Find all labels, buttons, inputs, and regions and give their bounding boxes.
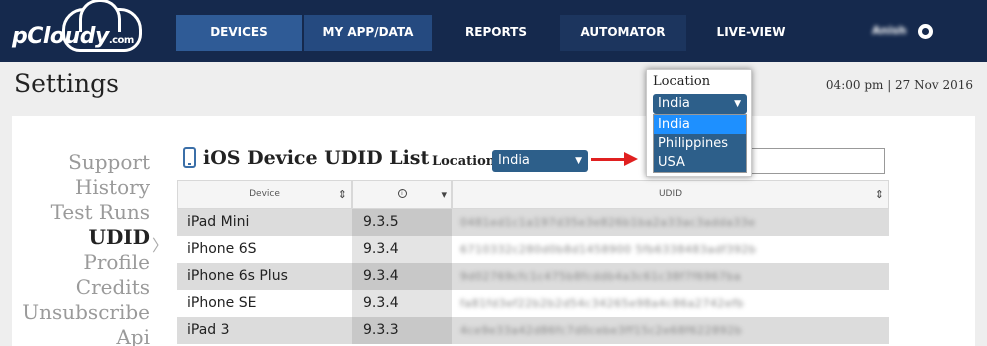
table-row[interactable]: iPhone 6S 9.3.4 6710332c280d0b8d1458900 … <box>177 236 889 263</box>
table-row[interactable]: iPad Mini 9.3.5 0481ed1c1a197d35e3e826b1… <box>177 209 889 236</box>
popover-location-label: Location <box>653 74 711 89</box>
nav-my-app-data[interactable]: MY APP/DATA <box>304 15 432 51</box>
caret-down-icon: ▼ <box>734 99 741 109</box>
location-label: Location <box>432 154 496 169</box>
popover-location-select[interactable]: India ▼ <box>653 94 747 114</box>
current-datetime: 04:00 pm | 27 Nov 2016 <box>825 78 973 92</box>
sidebar-item-profile[interactable]: Profile <box>83 250 150 274</box>
table-row[interactable]: iPhone SE 9.3.4 fa81fd3ef22b2b2d54c34265… <box>177 290 889 317</box>
cell-version: 9.3.4 <box>352 290 452 317</box>
annotation-arrow-shaft <box>591 158 627 161</box>
cell-version: 9.3.3 <box>352 317 452 344</box>
user-name[interactable]: Anish <box>872 24 907 37</box>
location-select-value: India <box>498 153 530 168</box>
nav-live-view[interactable]: LIVE-VIEW <box>688 15 814 51</box>
sort-icon[interactable]: ⇕ <box>338 181 347 208</box>
sidebar-item-support[interactable]: Support <box>68 150 150 174</box>
column-header-device-label: Device <box>249 189 280 199</box>
column-header-udid[interactable]: UDID ⇕ <box>452 180 889 209</box>
popover-select-value: India <box>658 96 690 111</box>
cell-udid: 4ce9e33a42d86fc7d0cebe3ff15c2e68f622892b <box>460 324 743 337</box>
column-header-version[interactable]: i ▾ <box>352 180 452 209</box>
nav-reports[interactable]: REPORTS <box>434 15 558 51</box>
location-dropdown-popover: Location India ▼ India Philippines USA <box>646 69 752 177</box>
page-title: Settings <box>14 69 119 98</box>
column-header-udid-label: UDID <box>658 189 683 199</box>
location-select[interactable]: India ▼ <box>492 150 588 172</box>
table-row[interactable]: iPad 3 9.3.3 4ce9e33a42d86fc7d0cebe3ff15… <box>177 317 889 344</box>
sidebar-item-udid[interactable]: UDID <box>89 225 150 249</box>
info-icon: i <box>397 189 407 198</box>
annotation-arrow-icon <box>624 152 638 166</box>
cell-udid: 0481ed1c1a197d35e3e826b1ba2a33ac3adda33e <box>460 216 756 229</box>
cell-device: iPhone 6s Plus <box>187 268 288 284</box>
sidebar-item-test-runs[interactable]: Test Runs <box>51 200 150 224</box>
cell-version: 9.3.5 <box>352 209 452 236</box>
sort-icon[interactable]: ⇕ <box>875 181 884 208</box>
caret-down-icon[interactable]: ▾ <box>441 181 447 208</box>
sidebar-item-api[interactable]: Api <box>116 325 150 346</box>
sidebar-item-unsubscribe[interactable]: Unsubscribe <box>22 300 150 324</box>
top-navigation-bar: pCloudy.com DEVICES MY APP/DATA REPORTS … <box>0 0 987 62</box>
cell-udid: 9d02769cfc1c475b8fcddb4a3c61c38f7f6967ba <box>460 270 742 283</box>
search-input[interactable] <box>746 148 885 174</box>
sidebar-item-history[interactable]: History <box>75 175 150 199</box>
caret-down-icon: ▼ <box>575 156 582 166</box>
nav-automator[interactable]: AUTOMATOR <box>560 15 686 51</box>
cell-device: iPhone SE <box>187 295 257 311</box>
column-header-device[interactable]: Device ⇕ <box>177 180 352 209</box>
user-menu-icon[interactable] <box>918 24 933 39</box>
option-philippines[interactable]: Philippines <box>654 134 746 153</box>
chevron-right-icon: 〉 <box>152 236 169 255</box>
cell-version: 9.3.4 <box>352 263 452 290</box>
nav-devices[interactable]: DEVICES <box>176 15 302 51</box>
cell-device: iPad 3 <box>187 322 230 338</box>
logo-text: pCloudy.com <box>12 24 134 49</box>
cell-udid: 6710332c280d0b8d1458900 5fb6338483adf392… <box>460 243 757 256</box>
pcloudy-logo[interactable]: pCloudy.com <box>12 0 142 54</box>
option-india[interactable]: India <box>654 115 746 134</box>
udid-list-title: iOS Device UDID List <box>203 147 430 169</box>
cell-device: iPhone 6S <box>187 241 257 257</box>
table-row[interactable]: iPhone 6s Plus 9.3.4 9d02769cfc1c475b8fc… <box>177 263 889 290</box>
location-options-list: India Philippines USA <box>653 114 747 173</box>
cell-device: iPad Mini <box>187 214 250 230</box>
sidebar-item-credits[interactable]: Credits <box>76 275 150 299</box>
cell-udid: fa81fd3ef22b2b2d54c34265e98a4c86a2742efb <box>460 297 744 310</box>
option-usa[interactable]: USA <box>654 153 746 172</box>
mobile-phone-icon <box>183 147 196 168</box>
cell-version: 9.3.4 <box>352 236 452 263</box>
